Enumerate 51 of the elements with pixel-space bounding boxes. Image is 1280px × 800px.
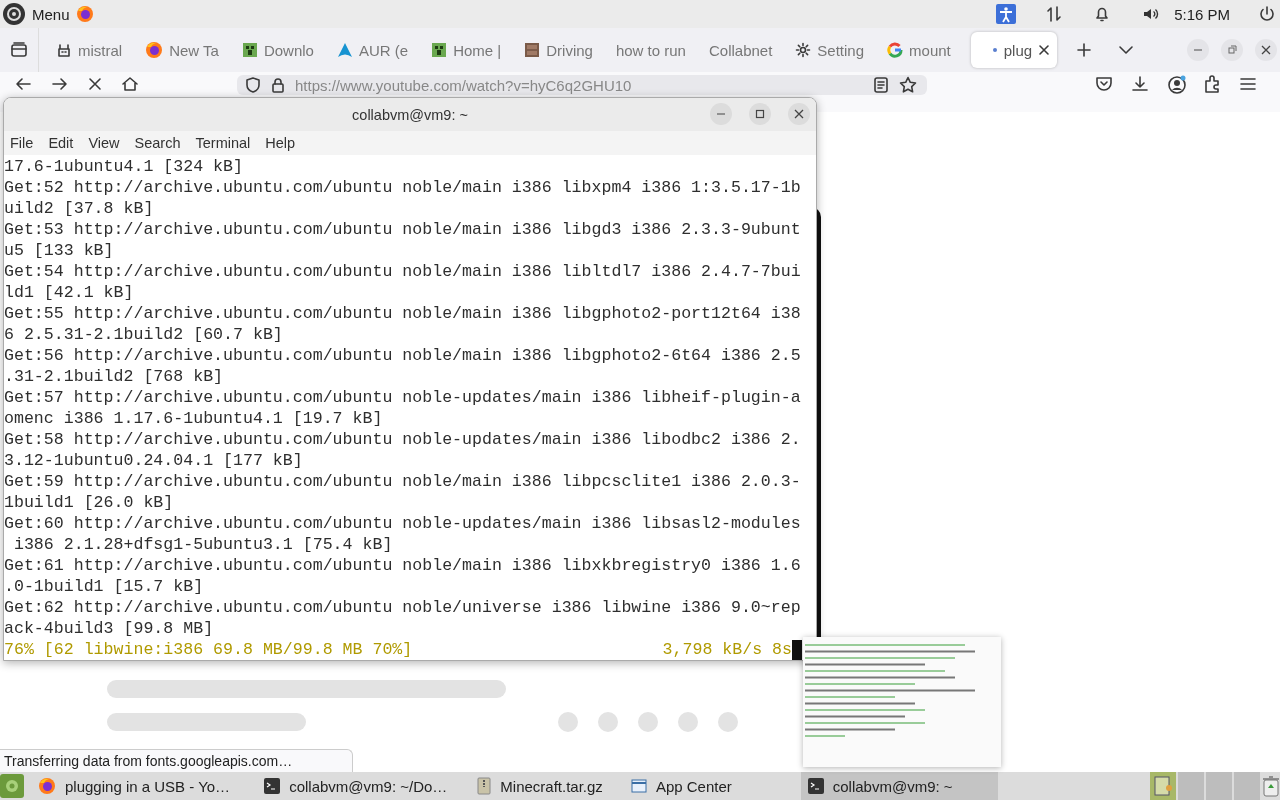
terminal-line: ld1 [42.1 kB] [4,282,135,303]
status-text: Transferring data from fonts.googleapis.com… [0,749,354,772]
terminal-line: 6 2.5.31-2.1build2 [60.7 kB] [4,324,284,345]
terminal-line: Get:60 http://archive.ubuntu.com/ubuntu noble-updates/main i386 libsasl2-modules [4,513,802,534]
menu-item[interactable]: File [10,135,34,151]
taskbar-item[interactable]: Minecraft.tar.gz [470,772,610,800]
browser-tab[interactable]: how to run [606,32,695,68]
download-speed: 3,798 kB/s 8s [662,639,792,660]
browser-tab[interactable]: mount [878,32,960,68]
menu-item[interactable]: Search [134,135,181,151]
terminal-line: u5 [133 kB] [4,240,115,261]
terminal-line: Get:55 http://archive.ubuntu.com/ubuntu noble/main i386 libgphoto2-port12t64 i38 [4,303,802,324]
browser-tab[interactable]: Home | [422,32,511,68]
terminal-line: Get:62 http://archive.ubuntu.com/ubuntu noble/universe i386 libwine i386 9.0~rep [4,597,802,618]
terminal-line: 17.6-1ubuntu4.1 [324 kB] [4,156,244,177]
browser-tab[interactable]: Driving [515,32,602,68]
progress-text: 76% [62 libwine:i386 69.8 MB/99.8 MB 70%] [4,639,413,660]
browser-tab[interactable]: Setting [786,32,874,68]
menu-item[interactable]: Help [265,135,296,151]
terminal-line: Get:59 http://archive.ubuntu.com/ubuntu noble/main i386 libpcsclite1 i386 2.0.3- [4,471,802,492]
terminal-line: Get:52 http://archive.ubuntu.com/ubuntu noble/main i386 libxpm4 i386 1:3.5.17-1b [4,177,802,198]
terminal-line: i386 2.1.28+dfsg1-5ubuntu3.1 [75.4 kB] [12,534,394,555]
terminal-line: Get:54 http://archive.ubuntu.com/ubuntu noble/main i386 libltdl7 i386 2.4.7-7bui [4,261,802,282]
taskbar-item[interactable]: App Center [623,772,739,800]
terminal-line: omenc i386 1.17.6-1ubuntu4.1 [19.7 kB] [4,408,384,429]
terminal-line: 1build1 [26.0 kB] [4,492,175,513]
terminal-line: Get:53 http://archive.ubuntu.com/ubuntu noble/main i386 libgd3 i386 2.3.3-9ubunt [4,219,802,240]
menu-item[interactable]: Edit [48,135,74,151]
terminal-line: ack-4build3 [99.8 MB] [4,618,215,639]
browser-tab[interactable]: mistral [47,32,132,68]
browser-tab[interactable]: Collabnet [699,32,782,68]
terminal-line: Get:61 http://archive.ubuntu.com/ubuntu noble/main i386 libxkbregistry0 i386 1.6 [4,555,802,576]
browser-tab[interactable]: AUR (e [327,32,418,68]
taskbar-item[interactable]: plugging in a USB - Yo… [31,772,238,800]
clock[interactable]: 5:16 PM [1174,5,1230,23]
browser-tab[interactable]: New Ta [136,32,228,68]
taskbar-item[interactable]: collabvm@vm9: ~/Do… [257,772,455,800]
terminal-line: Get:57 http://archive.ubuntu.com/ubuntu noble-updates/main i386 libheif-plugin-a [4,387,802,408]
menu-label[interactable]: Menu [32,5,70,23]
terminal-line: 3.12-1ubuntu0.24.04.1 [177 kB] [4,450,304,471]
terminal-line: .31-2.1build2 [768 kB] [4,366,225,387]
browser-tab[interactable]: plug [970,32,1058,68]
terminal-line: .0-1build1 [15.7 kB] [4,576,205,597]
terminal-line: Get:58 http://archive.ubuntu.com/ubuntu noble-updates/main i386 libodbc2 i386 2. [4,429,802,450]
menu-item[interactable]: View [88,135,120,151]
menu-item[interactable]: Terminal [195,135,251,151]
window-title: collabvm@vm9: ~ [352,106,468,123]
browser-tab[interactable]: Downlo [232,32,323,68]
terminal-line: uild2 [37.8 kB] [4,198,155,219]
taskbar-item[interactable]: collabvm@vm9: ~ [800,772,998,800]
terminal-line: Get:56 http://archive.ubuntu.com/ubuntu noble/main i386 libgphoto2-6t64 i386 2.5 [4,345,802,366]
